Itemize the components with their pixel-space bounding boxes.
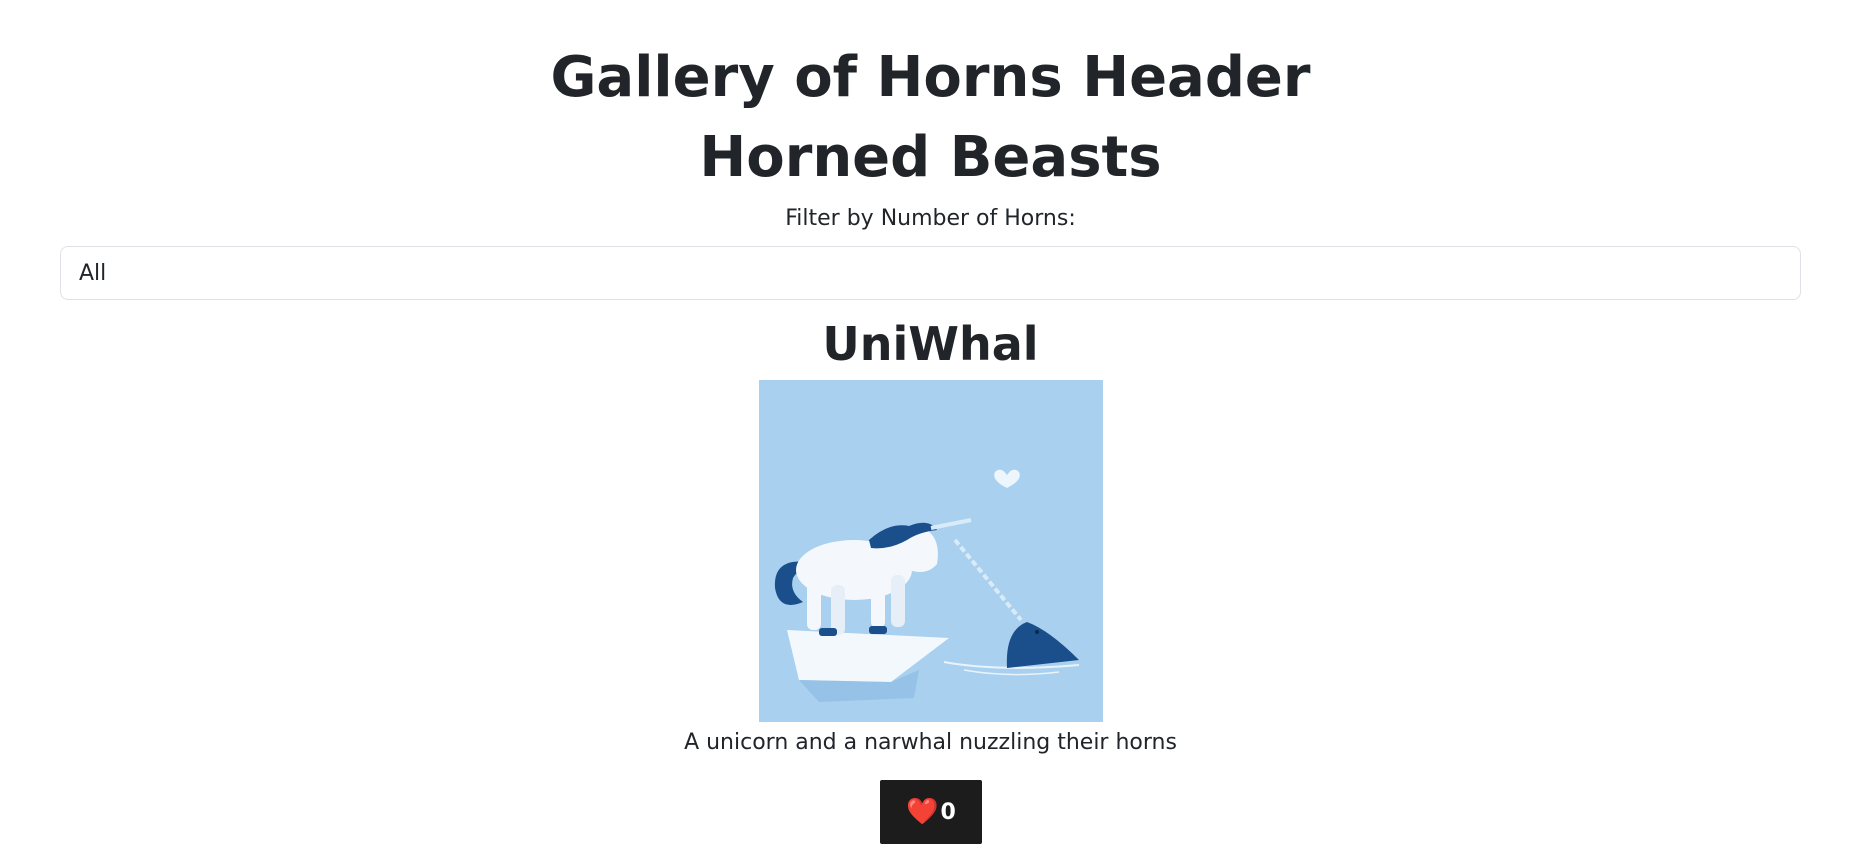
beast-description: A unicorn and a narwhal nuzzling their h… [684, 730, 1177, 755]
beast-title: UniWhal [822, 317, 1039, 371]
like-button[interactable]: ❤️ 0 [880, 780, 982, 844]
heart-icon: ❤️ [906, 797, 939, 827]
beast-image[interactable] [759, 380, 1103, 722]
page: Gallery of Horns Header Horned Beasts Fi… [0, 0, 1861, 854]
like-count: 0 [940, 799, 956, 825]
filter-selected-value: All [79, 260, 107, 286]
header-title: Gallery of Horns Header [550, 45, 1311, 110]
unicorn-narwhal-illustration [759, 380, 1103, 722]
horns-filter-select[interactable]: All [60, 246, 1801, 300]
beast-card: UniWhal A unicorn and a narwhal nuzzling… [0, 316, 1861, 854]
filter-label: Filter by Number of Horns: [785, 206, 1076, 231]
page-title: Horned Beasts [699, 125, 1162, 190]
